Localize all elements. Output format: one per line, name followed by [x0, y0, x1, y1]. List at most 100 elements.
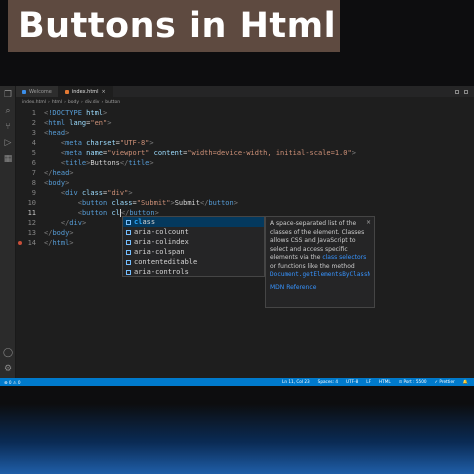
status-item[interactable]: 🔔 [463, 379, 468, 385]
suggestion-item[interactable]: aria-colindex [123, 237, 264, 247]
explorer-icon[interactable]: ❐ [3, 90, 13, 100]
line-number: 10 [27, 199, 36, 207]
breadcrumb-separator: › [101, 99, 104, 105]
tab-label: index.html [71, 88, 99, 95]
more-actions-icon[interactable] [464, 89, 468, 94]
status-item[interactable]: ✓ Prettier [435, 379, 455, 385]
code-line[interactable]: 9 <div class="div"> [16, 188, 474, 198]
extensions-icon[interactable]: ▦ [3, 154, 13, 164]
code-token: > [65, 179, 70, 187]
code-token: head [48, 129, 66, 137]
background-glow [0, 404, 474, 474]
code-line[interactable]: 8 <body> [16, 178, 474, 188]
details-text-2: or functions like the method [270, 262, 355, 270]
breadcrumb-item[interactable]: html [52, 100, 62, 105]
line-number: 6 [31, 159, 36, 167]
tab-label: Welcome [29, 88, 52, 95]
code-token: body [48, 179, 66, 187]
code-text: <head> [44, 128, 69, 138]
suggestion-item[interactable]: aria-colcount [123, 227, 264, 237]
code-line[interactable]: 10 <button class="Submit">Submit</button… [16, 198, 474, 208]
status-item[interactable]: Ln 11, Col 23 [282, 379, 310, 385]
code-token: "UTF-8" [119, 139, 150, 147]
code-line[interactable]: 5 <meta name="viewport" content="width=d… [16, 148, 474, 158]
class-selectors-link[interactable]: class selectors [322, 254, 366, 261]
line-number: 13 [27, 229, 36, 237]
code-token: > [69, 169, 74, 177]
suggestion-item[interactable]: aria-colspan [123, 247, 264, 257]
breadcrumb-item[interactable]: index.html [22, 100, 46, 105]
mdn-reference-link[interactable]: MDN Reference [270, 284, 370, 293]
status-item[interactable]: ⊗ 0 ⚠ 0 [4, 380, 21, 385]
activity-bar: ❐ ⌕ ⑂ ▷ ▦ ◯ ⚙ [0, 86, 16, 378]
method-link[interactable]: Document.getElementsByClassName [270, 271, 370, 280]
code-token: > [351, 149, 356, 157]
autocomplete-list: class aria-colcount aria-colindex aria-cols… [122, 216, 265, 277]
breadcrumb-item[interactable]: button [105, 100, 120, 105]
code-line[interactable]: 1 <!DOCTYPE html> [16, 108, 474, 118]
property-icon [126, 259, 131, 265]
status-item[interactable]: Spaces: 4 [318, 379, 338, 385]
suggestion-item[interactable]: aria-controls [123, 267, 264, 277]
gear-icon[interactable]: ⚙ [3, 364, 13, 374]
suggestion-rest: aria-controls [134, 268, 189, 276]
suggestion-label: aria-colspan [134, 247, 185, 257]
tab-index-html[interactable]: index.html × [58, 86, 113, 97]
code-token: > [128, 189, 133, 197]
code-token: div [69, 219, 82, 227]
breadcrumb-separator: › [64, 99, 66, 105]
suggestion-label: aria-controls [134, 267, 189, 277]
suggestion-label: contenteditable [134, 257, 197, 267]
breadcrumb-separator: › [81, 99, 83, 105]
code-text: <!DOCTYPE html> [44, 108, 107, 118]
status-item[interactable]: HTML [379, 379, 391, 385]
code-line[interactable]: 6 <title>Buttons</title> [16, 158, 474, 168]
code-line[interactable]: 4 <meta charset="UTF-8"> [16, 138, 474, 148]
breadcrumb-item[interactable]: body [68, 100, 79, 105]
code-line[interactable]: 3 <head> [16, 128, 474, 138]
code-token: > [69, 229, 74, 237]
code-token: > [149, 139, 154, 147]
tab-welcome[interactable]: Welcome [16, 86, 59, 97]
code-token: lang [65, 119, 87, 127]
line-number: 4 [31, 139, 36, 147]
code-token: title [65, 159, 87, 167]
search-icon[interactable]: ⌕ [3, 106, 13, 116]
status-item[interactable]: UTF-8 [346, 379, 358, 385]
breadcrumb-item[interactable]: div.div [85, 100, 100, 105]
code-token: > [233, 199, 238, 207]
suggestion-item[interactable]: contenteditable [123, 257, 264, 267]
code-token: name [81, 149, 104, 157]
code-text: </html> [44, 238, 74, 248]
suggestion-rest: aria-colindex [134, 238, 189, 246]
code-token: > [65, 129, 70, 137]
status-item[interactable]: ⊙ Port : 5500 [399, 379, 427, 385]
code-token: "en" [90, 119, 108, 127]
code-token: > [103, 109, 108, 117]
account-icon[interactable]: ◯ [3, 348, 13, 358]
source-control-icon[interactable]: ⑂ [3, 122, 13, 132]
status-item[interactable]: LF [366, 379, 371, 385]
code-token: "div" [107, 189, 129, 197]
suggestion-details: × A space-separated list of the classes … [265, 216, 375, 308]
suggestion-item[interactable]: class [123, 217, 264, 227]
code-token: meta [65, 139, 82, 147]
line-number: 3 [31, 129, 36, 137]
code-token: button [81, 199, 108, 207]
code-line[interactable]: 2 <html lang="en"> [16, 118, 474, 128]
property-icon [126, 219, 131, 225]
title-banner: Buttons in Html [8, 0, 340, 52]
code-line[interactable]: 7 </head> [16, 168, 474, 178]
close-icon[interactable]: × [102, 89, 106, 95]
code-text: </head> [44, 168, 74, 178]
property-icon [126, 229, 131, 235]
line-number: 5 [31, 149, 36, 157]
close-icon[interactable]: × [366, 219, 371, 228]
run-debug-icon[interactable]: ▷ [3, 138, 13, 148]
split-editor-icon[interactable] [455, 89, 459, 94]
vscode-icon [22, 89, 26, 94]
code-token: class [107, 199, 133, 207]
